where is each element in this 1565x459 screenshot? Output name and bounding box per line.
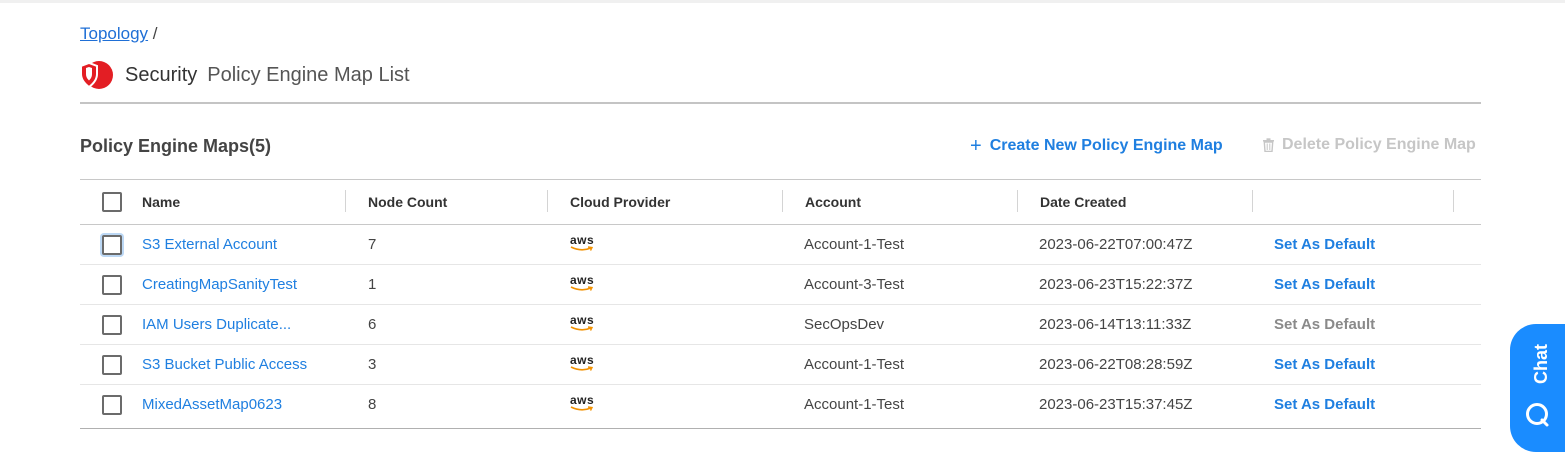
top-border	[0, 0, 1565, 3]
map-name-link[interactable]: CreatingMapSanityTest	[142, 276, 297, 293]
account-name: Account-1-Test	[804, 236, 905, 253]
map-name-link[interactable]: S3 Bucket Public Access	[142, 356, 307, 373]
trash-icon	[1263, 138, 1274, 152]
date-created: 2023-06-23T15:37:45Z	[1039, 396, 1193, 413]
map-name-link[interactable]: MixedAssetMap0623	[142, 396, 282, 413]
node-count: 1	[368, 276, 377, 293]
row-checkbox[interactable]	[102, 355, 122, 375]
account-name: Account-3-Test	[804, 276, 905, 293]
section-title: Policy Engine Maps(5)	[80, 136, 272, 156]
row-checkbox[interactable]	[102, 275, 122, 295]
table-bottom-border	[80, 428, 1481, 429]
node-count: 3	[368, 356, 377, 373]
account-name: Account-1-Test	[804, 396, 905, 413]
table-header: Name Node Count Cloud Provider Account D…	[80, 179, 1481, 225]
column-header-node-count[interactable]: Node Count	[368, 194, 447, 210]
aws-logo-icon: aws	[570, 314, 596, 334]
aws-logo-icon: aws	[570, 394, 596, 414]
table-row[interactable]: CreatingMapSanityTest 1 aws Account-3-Te…	[80, 265, 1481, 305]
security-shield-icon	[80, 61, 113, 89]
aws-logo-icon: aws	[570, 354, 596, 374]
column-resize-handle[interactable]	[547, 190, 548, 212]
page-title-main: Security	[125, 63, 198, 86]
policy-engine-maps-table: Name Node Count Cloud Provider Account D…	[80, 179, 1481, 424]
set-as-default-button[interactable]: Set As Default	[1274, 236, 1375, 253]
page-title-subtitle: Policy Engine Map List	[207, 63, 410, 86]
delete-policy-engine-map-button[interactable]: Delete Policy Engine Map	[1262, 136, 1476, 154]
column-resize-handle[interactable]	[1453, 190, 1454, 212]
row-checkbox[interactable]	[102, 395, 122, 415]
delete-button-label: Delete Policy Engine Map	[1282, 136, 1476, 153]
aws-logo-icon: aws	[570, 234, 596, 254]
chat-label: Chat	[1531, 344, 1551, 384]
page-title: Security Policy Engine Map List	[79, 60, 410, 90]
create-button-label: Create New Policy Engine Map	[989, 137, 1223, 154]
breadcrumb: Topology /	[80, 24, 158, 44]
header-divider	[80, 102, 1481, 104]
column-resize-handle[interactable]	[782, 190, 783, 212]
column-header-account[interactable]: Account	[805, 194, 861, 210]
map-name-link[interactable]: S3 External Account	[142, 236, 277, 253]
account-name: SecOpsDev	[804, 316, 885, 333]
set-as-default-button-disabled: Set As Default	[1274, 316, 1376, 333]
column-resize-handle[interactable]	[1017, 190, 1018, 212]
table-row[interactable]: MixedAssetMap0623 8 aws Account-1-Test 2…	[80, 385, 1481, 424]
date-created: 2023-06-14T13:11:33Z	[1039, 316, 1192, 333]
date-created: 2023-06-22T07:00:47Z	[1039, 236, 1193, 253]
create-policy-engine-map-button[interactable]: + Create New Policy Engine Map	[970, 136, 1223, 156]
account-name: Account-1-Test	[804, 356, 905, 373]
column-header-date-created[interactable]: Date Created	[1040, 194, 1126, 210]
breadcrumb-topology-link[interactable]: Topology	[80, 24, 148, 43]
chat-bubble-icon	[1526, 403, 1549, 427]
set-as-default-button[interactable]: Set As Default	[1274, 276, 1375, 293]
column-header-cloud-provider[interactable]: Cloud Provider	[570, 194, 670, 210]
row-checkbox[interactable]	[102, 235, 122, 255]
date-created: 2023-06-23T15:22:37Z	[1039, 276, 1193, 293]
node-count: 6	[368, 316, 377, 333]
set-as-default-button[interactable]: Set As Default	[1274, 396, 1375, 413]
column-resize-handle[interactable]	[345, 190, 346, 212]
set-as-default-button[interactable]: Set As Default	[1274, 356, 1375, 373]
chat-widget-button[interactable]: Chat	[1510, 324, 1565, 452]
node-count: 8	[368, 396, 377, 413]
aws-logo-icon: aws	[570, 274, 596, 294]
plus-icon: +	[970, 135, 982, 157]
table-row[interactable]: S3 Bucket Public Access 3 aws Account-1-…	[80, 345, 1481, 385]
table-row[interactable]: S3 External Account 7 aws Account-1-Test…	[80, 225, 1481, 265]
node-count: 7	[368, 236, 377, 253]
column-header-name[interactable]: Name	[142, 194, 180, 210]
row-checkbox[interactable]	[102, 315, 122, 335]
breadcrumb-separator: /	[152, 24, 158, 43]
date-created: 2023-06-22T08:28:59Z	[1039, 356, 1193, 373]
select-all-checkbox[interactable]	[102, 192, 122, 212]
map-name-link[interactable]: IAM Users Duplicate...	[142, 316, 291, 333]
column-resize-handle[interactable]	[1252, 190, 1253, 212]
table-row[interactable]: IAM Users Duplicate... 6 aws SecOpsDev 2…	[80, 305, 1481, 345]
